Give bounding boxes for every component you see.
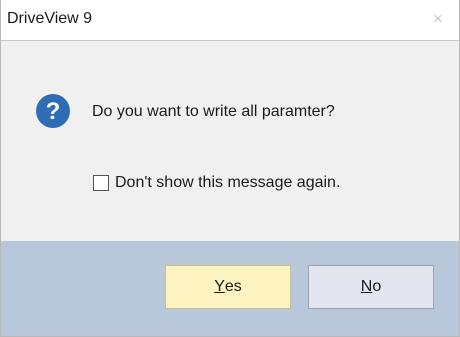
question-icon: ?	[36, 94, 70, 128]
window-title: DriveView 9	[7, 10, 93, 27]
dialog-content: ? Do you want to write all paramter? Don…	[1, 41, 459, 241]
message-dialog: DriveView 9 × ? Do you want to write all…	[0, 0, 460, 337]
svg-text:?: ?	[46, 98, 61, 125]
dont-show-again-checkbox[interactable]	[93, 175, 109, 191]
dont-show-again-label[interactable]: Don't show this message again.	[115, 174, 340, 192]
no-button[interactable]: No	[308, 265, 434, 309]
yes-mnemonic: Y	[214, 278, 225, 295]
no-label-rest: o	[372, 278, 382, 295]
message-text: Do you want to write all paramter?	[92, 103, 335, 120]
button-bar: Yes No	[1, 241, 459, 336]
title-bar: DriveView 9 ×	[1, 0, 459, 41]
yes-button[interactable]: Yes	[165, 265, 291, 309]
yes-label-rest: es	[224, 278, 242, 295]
no-mnemonic: N	[360, 278, 373, 295]
close-icon[interactable]: ×	[427, 8, 449, 30]
dont-show-again-option[interactable]: Don't show this message again.	[93, 174, 340, 192]
